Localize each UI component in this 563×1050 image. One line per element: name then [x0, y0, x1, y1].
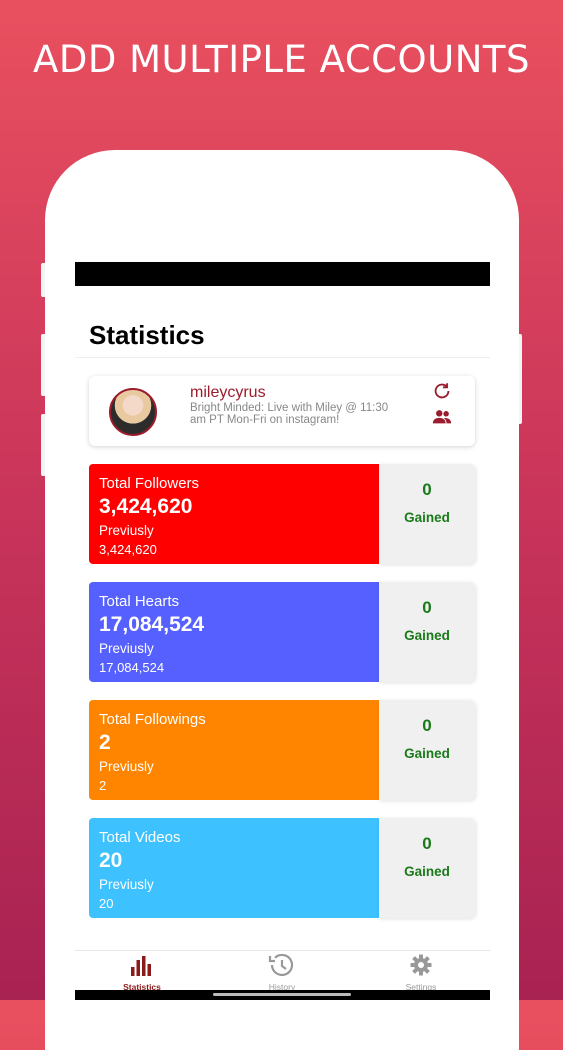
stat-previously-label: Previusly: [99, 877, 154, 892]
stat-value: 17,084,524: [99, 613, 205, 636]
stat-gained-panel: 0 Gained: [379, 464, 475, 564]
stat-previous-value: 3,424,620: [99, 542, 157, 557]
stat-previous-value: 20: [99, 896, 114, 911]
stat-value: 2: [99, 731, 111, 754]
tab-history[interactable]: History: [232, 953, 332, 992]
profile-bio: Bright Minded: Live with Miley @ 11:30 a…: [190, 402, 389, 426]
gained-label: Gained: [404, 510, 450, 525]
home-indicator[interactable]: [213, 993, 351, 996]
stat-value: 20: [99, 849, 123, 872]
users-icon[interactable]: [431, 406, 453, 428]
phone-frame: Statistics mileycyrus Bright Minded: Liv…: [45, 150, 519, 1050]
stat-value: 3,424,620: [99, 495, 193, 518]
bar-chart-icon: [131, 956, 151, 976]
stat-gained-panel: 0 Gained: [379, 582, 475, 682]
stat-previously-label: Previusly: [99, 759, 154, 774]
avatar: [109, 388, 157, 436]
gained-label: Gained: [404, 628, 450, 643]
profile-card[interactable]: mileycyrus Bright Minded: Live with Mile…: [89, 376, 475, 446]
stat-label: Total Followers: [99, 475, 200, 492]
page-title: Statistics: [89, 320, 205, 350]
stat-main: Total Hearts 17,084,524 Previusly 17,084…: [89, 582, 379, 682]
stat-card-followings: Total Followings 2 Previusly 2 0 Gained: [89, 700, 475, 800]
gained-label: Gained: [404, 746, 450, 761]
tab-statistics[interactable]: Statistics: [92, 954, 192, 992]
stat-main: Total Followers 3,424,620 Previusly 3,42…: [89, 464, 379, 564]
stat-main: Total Videos 20 Previusly 20: [89, 818, 379, 918]
stat-gained-panel: 0 Gained: [379, 700, 475, 800]
divider: [75, 357, 490, 358]
stat-card-videos: Total Videos 20 Previusly 20 0 Gained: [89, 818, 475, 918]
status-bar: [75, 262, 490, 286]
stat-previously-label: Previusly: [99, 641, 154, 656]
gained-count: 0: [422, 598, 432, 617]
stat-gained-panel: 0 Gained: [379, 818, 475, 918]
gained-count: 0: [422, 834, 432, 853]
stat-main: Total Followings 2 Previusly 2: [89, 700, 379, 800]
tab-settings[interactable]: Settings: [371, 954, 471, 992]
stat-card-followers: Total Followers 3,424,620 Previusly 3,42…: [89, 464, 475, 564]
stat-previous-value: 17,084,524: [99, 660, 165, 675]
gear-icon: [410, 954, 432, 976]
refresh-icon[interactable]: [431, 380, 453, 402]
history-icon: [268, 953, 294, 977]
tabbar-divider: [75, 950, 490, 951]
gained-count: 0: [422, 716, 432, 735]
stat-label: Total Videos: [99, 829, 181, 846]
gained-count: 0: [422, 480, 432, 499]
profile-username: mileycyrus: [190, 384, 266, 401]
gained-label: Gained: [404, 864, 450, 879]
promo-headline: ADD MULTIPLE ACCOUNTS: [33, 38, 530, 81]
stat-previously-label: Previusly: [99, 523, 154, 538]
stat-label: Total Followings: [99, 711, 206, 728]
stat-card-hearts: Total Hearts 17,084,524 Previusly 17,084…: [89, 582, 475, 682]
stat-label: Total Hearts: [99, 593, 180, 610]
stat-previous-value: 2: [99, 778, 107, 793]
